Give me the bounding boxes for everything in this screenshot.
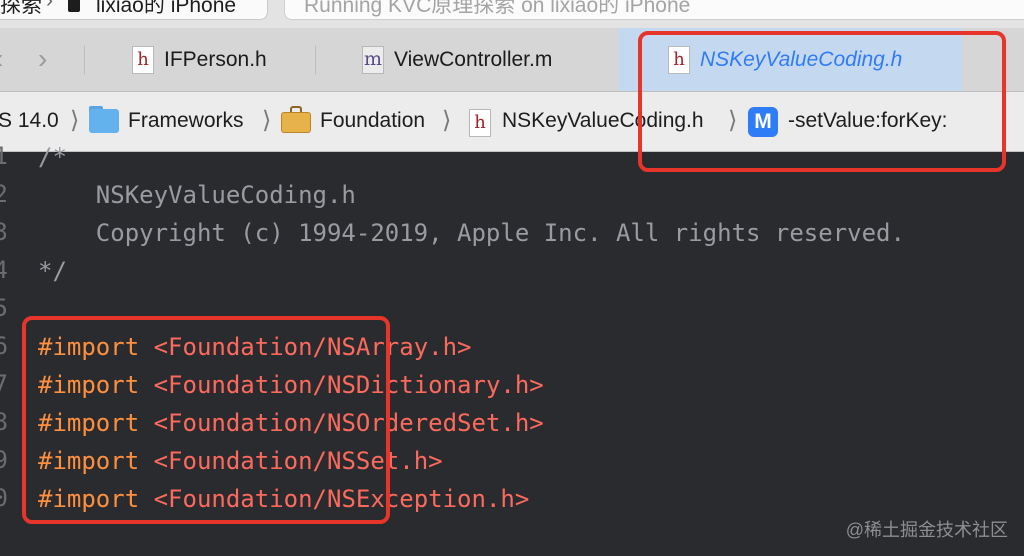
line-number: 6 (0, 332, 8, 360)
implementation-file-icon: m (362, 45, 384, 74)
forward-button[interactable]: › (38, 44, 47, 74)
back-button[interactable]: ‹ (0, 44, 3, 74)
watermark: @稀土掘金技术社区 (845, 520, 1008, 540)
scheme-chevron: › (46, 0, 53, 12)
folder-icon (89, 109, 119, 133)
jump-separator: ⟩ (442, 107, 452, 134)
annotation-box-tab (638, 31, 1006, 172)
jump-separator: ⟩ (70, 107, 80, 134)
jump-sdk[interactable]: S 14.0 (0, 109, 59, 133)
scheme-label: 探索 (0, 0, 42, 17)
code-comment-line: */ (38, 257, 67, 285)
header-file-icon: h (469, 109, 491, 137)
tab-divider (84, 46, 85, 74)
iphone-icon (68, 0, 80, 12)
tab-ifperson-h[interactable]: h IFPerson.h (114, 28, 314, 91)
line-number: 5 (0, 294, 8, 322)
jump-frameworks[interactable]: Frameworks (128, 109, 244, 133)
line-number: 8 (0, 408, 8, 436)
line-number: 1 (0, 142, 8, 170)
tab-divider (315, 46, 316, 74)
toolbox-icon (281, 112, 311, 133)
code-comment-line: Copyright (c) 1994-2019, Apple Inc. All … (38, 219, 905, 247)
device-label[interactable]: lixiao的 iPhone (96, 0, 236, 19)
header-file-icon: h (132, 45, 154, 74)
line-number: 7 (0, 370, 8, 398)
line-number: 2 (0, 180, 8, 208)
jump-separator: ⟩ (262, 107, 272, 134)
toolbar: 探索 › lixiao的 iPhone Running KVC原理探索 on l… (0, 0, 1024, 28)
tab-viewcontroller-m[interactable]: m ViewController.m (344, 28, 614, 91)
code-comment-line: NSKeyValueCoding.h (38, 181, 356, 209)
line-number: 3 (0, 218, 8, 246)
tab-label: IFPerson.h (164, 47, 267, 71)
line-number: 4 (0, 256, 8, 284)
code-comment-line: /* (38, 143, 67, 171)
line-number: 0 (0, 484, 8, 512)
line-number: 9 (0, 446, 8, 474)
activity-status-text: Running KVC原理探索 on lixiao的 iPhone (304, 0, 691, 17)
tab-label: ViewController.m (394, 47, 553, 71)
annotation-box-imports (22, 316, 390, 524)
jump-foundation[interactable]: Foundation (320, 109, 425, 133)
